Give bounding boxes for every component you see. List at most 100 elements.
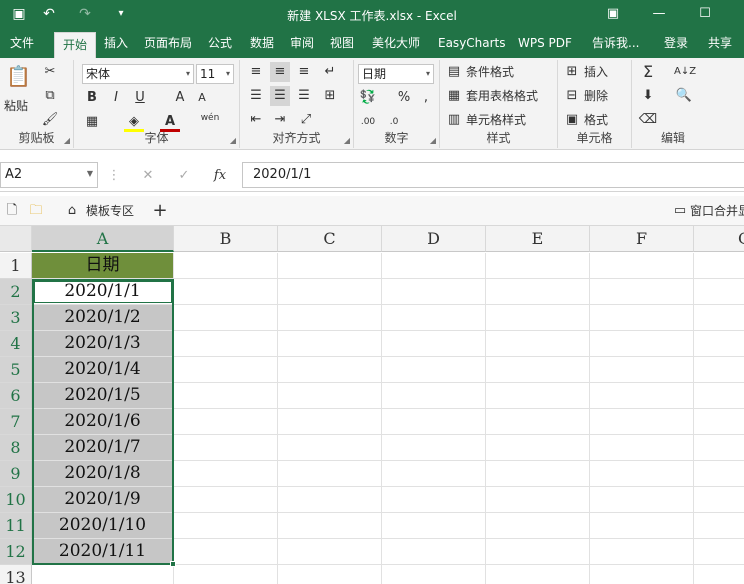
cell-g4[interactable] xyxy=(694,331,744,357)
paste-button[interactable]: 粘贴 xyxy=(4,96,28,116)
dialog-launcher-icon[interactable]: ◢ xyxy=(64,136,70,145)
cell-d1[interactable] xyxy=(382,253,486,279)
tab-page-layout[interactable]: 页面布局 xyxy=(136,30,200,58)
cell-d7[interactable] xyxy=(382,409,486,435)
bold-button[interactable]: B xyxy=(82,88,102,108)
autosum-icon[interactable]: Σ xyxy=(638,62,658,82)
cell-f8[interactable] xyxy=(590,435,694,461)
format-as-table-button[interactable]: 套用表格格式 xyxy=(466,86,538,106)
share-button[interactable]: 共享 xyxy=(700,30,740,58)
cell-f5[interactable] xyxy=(590,357,694,383)
cell-g12[interactable] xyxy=(694,539,744,565)
font-name-dropdown[interactable]: 宋体 ▾ xyxy=(82,64,194,84)
cell-a4[interactable]: 2020/1/3 xyxy=(32,331,174,357)
open-folder-icon[interactable]: 🗀 xyxy=(26,201,46,221)
cell-a2[interactable]: 2020/1/1 xyxy=(32,279,174,305)
cell-g9[interactable] xyxy=(694,461,744,487)
find-select-icon[interactable]: 🔍 xyxy=(674,86,694,106)
cell-styles-button[interactable]: 单元格样式 xyxy=(466,110,526,130)
cell-f12[interactable] xyxy=(590,539,694,565)
cell-e4[interactable] xyxy=(486,331,590,357)
decrease-indent-icon[interactable]: ⇤ xyxy=(246,110,266,130)
insert-cells-button[interactable]: 插入 xyxy=(584,62,608,82)
name-box[interactable]: A2 ▼ xyxy=(0,162,98,188)
cell-c11[interactable] xyxy=(278,513,382,539)
cancel-icon[interactable]: ✕ xyxy=(138,166,158,186)
more-options-icon[interactable]: ⋮ xyxy=(104,166,124,186)
merge-windows-button[interactable]: 窗口合并显 xyxy=(690,201,744,221)
cell-c8[interactable] xyxy=(278,435,382,461)
cell-f1[interactable] xyxy=(590,253,694,279)
formula-input[interactable]: 2020/1/1 xyxy=(242,162,744,188)
tab-formulas[interactable]: 公式 xyxy=(200,30,240,58)
tell-me-search[interactable]: 告诉我... xyxy=(584,30,647,58)
cell-g10[interactable] xyxy=(694,487,744,513)
fill-handle[interactable] xyxy=(170,561,176,567)
tab-review[interactable]: 审阅 xyxy=(282,30,322,58)
cell-d5[interactable] xyxy=(382,357,486,383)
italic-button[interactable]: I xyxy=(106,88,126,108)
cell-c4[interactable] xyxy=(278,331,382,357)
cell-g2[interactable] xyxy=(694,279,744,305)
cell-b7[interactable] xyxy=(174,409,278,435)
cell-d6[interactable] xyxy=(382,383,486,409)
cell-c10[interactable] xyxy=(278,487,382,513)
dialog-launcher-icon[interactable]: ◢ xyxy=(230,136,236,145)
cell-d8[interactable] xyxy=(382,435,486,461)
row-header[interactable]: 5 xyxy=(0,357,32,383)
orientation-icon[interactable]: ⤢ xyxy=(296,110,316,130)
cell-d2[interactable] xyxy=(382,279,486,305)
cell-a6[interactable]: 2020/1/5 xyxy=(32,383,174,409)
cell-e12[interactable] xyxy=(486,539,590,565)
paste-icon[interactable]: 📋 xyxy=(6,66,31,90)
wrap-text-icon[interactable]: ↵ xyxy=(320,62,340,82)
sign-in-link[interactable]: 登录 xyxy=(656,30,696,58)
cell-g5[interactable] xyxy=(694,357,744,383)
row-header[interactable]: 10 xyxy=(0,487,32,513)
cell-f11[interactable] xyxy=(590,513,694,539)
row-header[interactable]: 3 xyxy=(0,305,32,331)
cell-d3[interactable] xyxy=(382,305,486,331)
conditional-format-button[interactable]: 条件格式 xyxy=(466,62,514,82)
cell-d9[interactable] xyxy=(382,461,486,487)
tab-insert[interactable]: 插入 xyxy=(96,30,136,58)
row-header[interactable]: 12 xyxy=(0,539,32,565)
cell-e11[interactable] xyxy=(486,513,590,539)
home-icon[interactable]: ⌂ xyxy=(62,201,82,221)
format-cells-button[interactable]: 格式 xyxy=(584,110,608,130)
copy-icon[interactable]: ⧉ xyxy=(40,86,60,106)
cell-c3[interactable] xyxy=(278,305,382,331)
cell-a12[interactable]: 2020/1/11 xyxy=(32,539,174,565)
minimize-icon[interactable]: — xyxy=(636,0,682,30)
underline-button[interactable]: U xyxy=(130,88,150,108)
column-header[interactable]: A xyxy=(32,226,174,252)
cell-b1[interactable] xyxy=(174,253,278,279)
enter-icon[interactable]: ✓ xyxy=(174,166,194,186)
sort-filter-icon[interactable]: A↓Z xyxy=(674,62,696,82)
cell-b11[interactable] xyxy=(174,513,278,539)
cell-b8[interactable] xyxy=(174,435,278,461)
tab-data[interactable]: 数据 xyxy=(242,30,282,58)
cell-g3[interactable] xyxy=(694,305,744,331)
cell-e1[interactable] xyxy=(486,253,590,279)
column-header[interactable]: B xyxy=(174,226,278,252)
cell-b10[interactable] xyxy=(174,487,278,513)
delete-cells-button[interactable]: 删除 xyxy=(584,86,608,106)
cell-d12[interactable] xyxy=(382,539,486,565)
shrink-font-button[interactable]: A xyxy=(192,88,212,108)
row-header[interactable]: 9 xyxy=(0,461,32,487)
cell-e7[interactable] xyxy=(486,409,590,435)
cell-g7[interactable] xyxy=(694,409,744,435)
cell-c6[interactable] xyxy=(278,383,382,409)
cell-b9[interactable] xyxy=(174,461,278,487)
cell-g1[interactable] xyxy=(694,253,744,279)
cell-c1[interactable] xyxy=(278,253,382,279)
column-header[interactable]: E xyxy=(486,226,590,252)
cell-e3[interactable] xyxy=(486,305,590,331)
cell-b2[interactable] xyxy=(174,279,278,305)
dialog-launcher-icon[interactable]: ◢ xyxy=(430,136,436,145)
cell-a5[interactable]: 2020/1/4 xyxy=(32,357,174,383)
cell-e2[interactable] xyxy=(486,279,590,305)
cell-c7[interactable] xyxy=(278,409,382,435)
cell-f2[interactable] xyxy=(590,279,694,305)
